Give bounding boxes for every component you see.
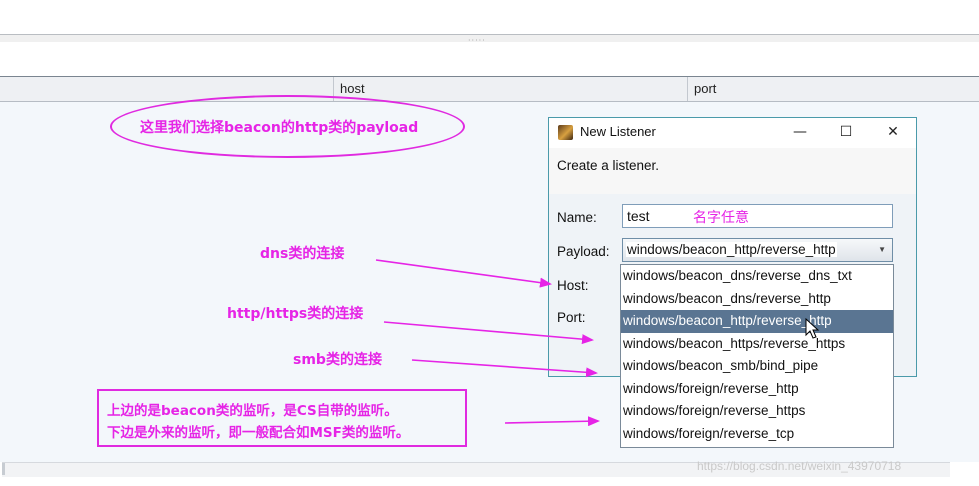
arrow-http xyxy=(383,321,594,345)
arrow-smb xyxy=(411,359,598,378)
annotation-arrows xyxy=(375,259,600,427)
arrow-note xyxy=(504,416,600,427)
arrow-dns xyxy=(375,259,552,288)
watermark: https://blog.csdn.net/weixin_43970718 xyxy=(697,459,902,473)
